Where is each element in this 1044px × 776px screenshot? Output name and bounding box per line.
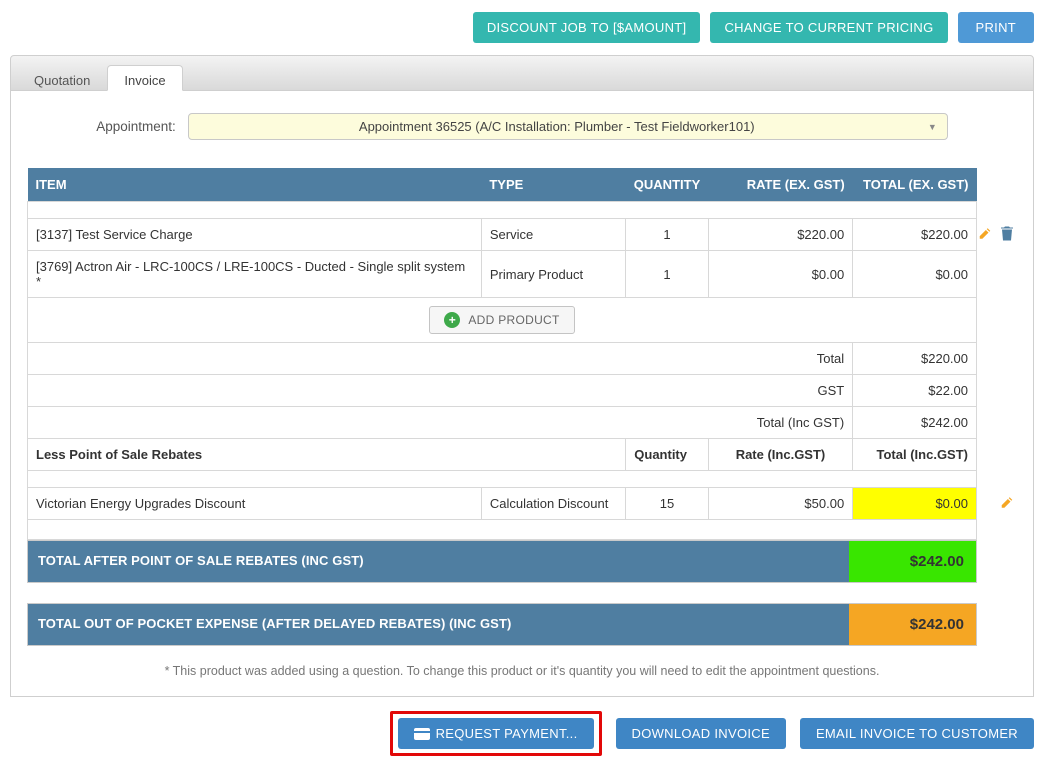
rebate-type: Calculation Discount — [481, 488, 625, 520]
edit-icon[interactable] — [1000, 495, 1014, 512]
cell-total: $220.00 — [853, 219, 977, 251]
bottom-action-bar: REQUEST PAYMENT... DOWNLOAD INVOICE EMAI… — [10, 711, 1034, 756]
rebate-row: Victorian Energy Upgrades Discount Calcu… — [28, 488, 977, 520]
table-row: [3137] Test Service Charge Service 1 $22… — [28, 219, 977, 251]
top-action-bar: DISCOUNT JOB TO [$AMOUNT] CHANGE TO CURR… — [10, 8, 1034, 55]
request-payment-label: REQUEST PAYMENT... — [436, 726, 578, 741]
subtotal-total: Total $220.00 — [28, 343, 977, 375]
rebate-header-rate: Rate (Inc.GST) — [708, 439, 852, 471]
plus-icon: + — [444, 312, 460, 328]
print-button[interactable]: PRINT — [958, 12, 1035, 43]
subtotal-inc: Total (Inc GST) $242.00 — [28, 407, 977, 439]
tab-quotation[interactable]: Quotation — [17, 65, 107, 91]
add-product-row: + ADD PRODUCT — [28, 298, 977, 343]
invoice-table: ITEM TYPE QUANTITY RATE (EX. GST) TOTAL … — [27, 168, 977, 540]
trash-icon[interactable] — [1000, 225, 1014, 244]
email-invoice-label: EMAIL INVOICE TO CUSTOMER — [816, 726, 1018, 741]
subtotal-gst-label: GST — [28, 375, 853, 407]
cell-qty: 1 — [626, 219, 709, 251]
cell-rate: $220.00 — [708, 219, 852, 251]
cell-rate: $0.00 — [708, 251, 852, 298]
rebate-item: Victorian Energy Upgrades Discount — [28, 488, 482, 520]
add-product-label: ADD PRODUCT — [468, 313, 559, 327]
summary-after-rebates: TOTAL AFTER POINT OF SALE REBATES (INC G… — [27, 540, 977, 583]
request-payment-highlight: REQUEST PAYMENT... — [390, 711, 602, 756]
cell-qty: 1 — [626, 251, 709, 298]
summary-after-rebates-value: $242.00 — [849, 541, 976, 582]
col-total: TOTAL (EX. GST) — [853, 168, 977, 202]
cell-total-value: $220.00 — [921, 227, 968, 242]
footnote: * This product was added using a questio… — [27, 664, 1017, 678]
rebate-header-qty: Quantity — [626, 439, 709, 471]
table-row: [3769] Actron Air - LRC-100CS / LRE-100C… — [28, 251, 977, 298]
subtotal-gst: GST $22.00 — [28, 375, 977, 407]
subtotal-inc-label: Total (Inc GST) — [28, 407, 853, 439]
cell-item: [3137] Test Service Charge — [28, 219, 482, 251]
rebate-header: Less Point of Sale Rebates Quantity Rate… — [28, 439, 977, 471]
edit-icon[interactable] — [978, 226, 992, 243]
col-type: TYPE — [481, 168, 625, 202]
rebate-rate: $50.00 — [708, 488, 852, 520]
subtotal-inc-value: $242.00 — [853, 407, 977, 439]
rebate-total-value: $0.00 — [935, 496, 968, 511]
subtotal-total-label: Total — [28, 343, 853, 375]
col-quantity: QUANTITY — [626, 168, 709, 202]
change-pricing-button[interactable]: CHANGE TO CURRENT PRICING — [710, 12, 947, 43]
add-product-button[interactable]: + ADD PRODUCT — [429, 306, 574, 334]
cell-item: [3769] Actron Air - LRC-100CS / LRE-100C… — [28, 251, 482, 298]
rebate-total: $0.00 — [853, 488, 977, 520]
subtotal-gst-value: $22.00 — [853, 375, 977, 407]
cell-type: Service — [481, 219, 625, 251]
cell-total: $0.00 — [853, 251, 977, 298]
appointment-label: Appointment: — [96, 119, 176, 134]
appointment-select[interactable]: Appointment 36525 (A/C Installation: Plu… — [188, 113, 948, 140]
tab-invoice[interactable]: Invoice — [107, 65, 182, 91]
discount-job-button[interactable]: DISCOUNT JOB TO [$AMOUNT] — [473, 12, 701, 43]
request-payment-button[interactable]: REQUEST PAYMENT... — [398, 718, 594, 749]
tab-strip: Quotation Invoice — [10, 55, 1034, 91]
invoice-panel: Appointment: Appointment 36525 (A/C Inst… — [10, 91, 1034, 697]
email-invoice-button[interactable]: EMAIL INVOICE TO CUSTOMER — [800, 718, 1034, 749]
rebate-header-title: Less Point of Sale Rebates — [28, 439, 626, 471]
table-header-row: ITEM TYPE QUANTITY RATE (EX. GST) TOTAL … — [28, 168, 977, 202]
summary-after-rebates-label: TOTAL AFTER POINT OF SALE REBATES (INC G… — [28, 541, 849, 582]
col-rate: RATE (EX. GST) — [708, 168, 852, 202]
rebate-header-total: Total (Inc.GST) — [853, 439, 977, 471]
cell-type: Primary Product — [481, 251, 625, 298]
rebate-qty: 15 — [626, 488, 709, 520]
card-icon — [414, 728, 430, 740]
download-invoice-label: DOWNLOAD INVOICE — [632, 726, 770, 741]
subtotal-total-value: $220.00 — [853, 343, 977, 375]
appointment-row: Appointment: Appointment 36525 (A/C Inst… — [27, 113, 1017, 140]
col-item: ITEM — [28, 168, 482, 202]
download-invoice-button[interactable]: DOWNLOAD INVOICE — [616, 718, 786, 749]
